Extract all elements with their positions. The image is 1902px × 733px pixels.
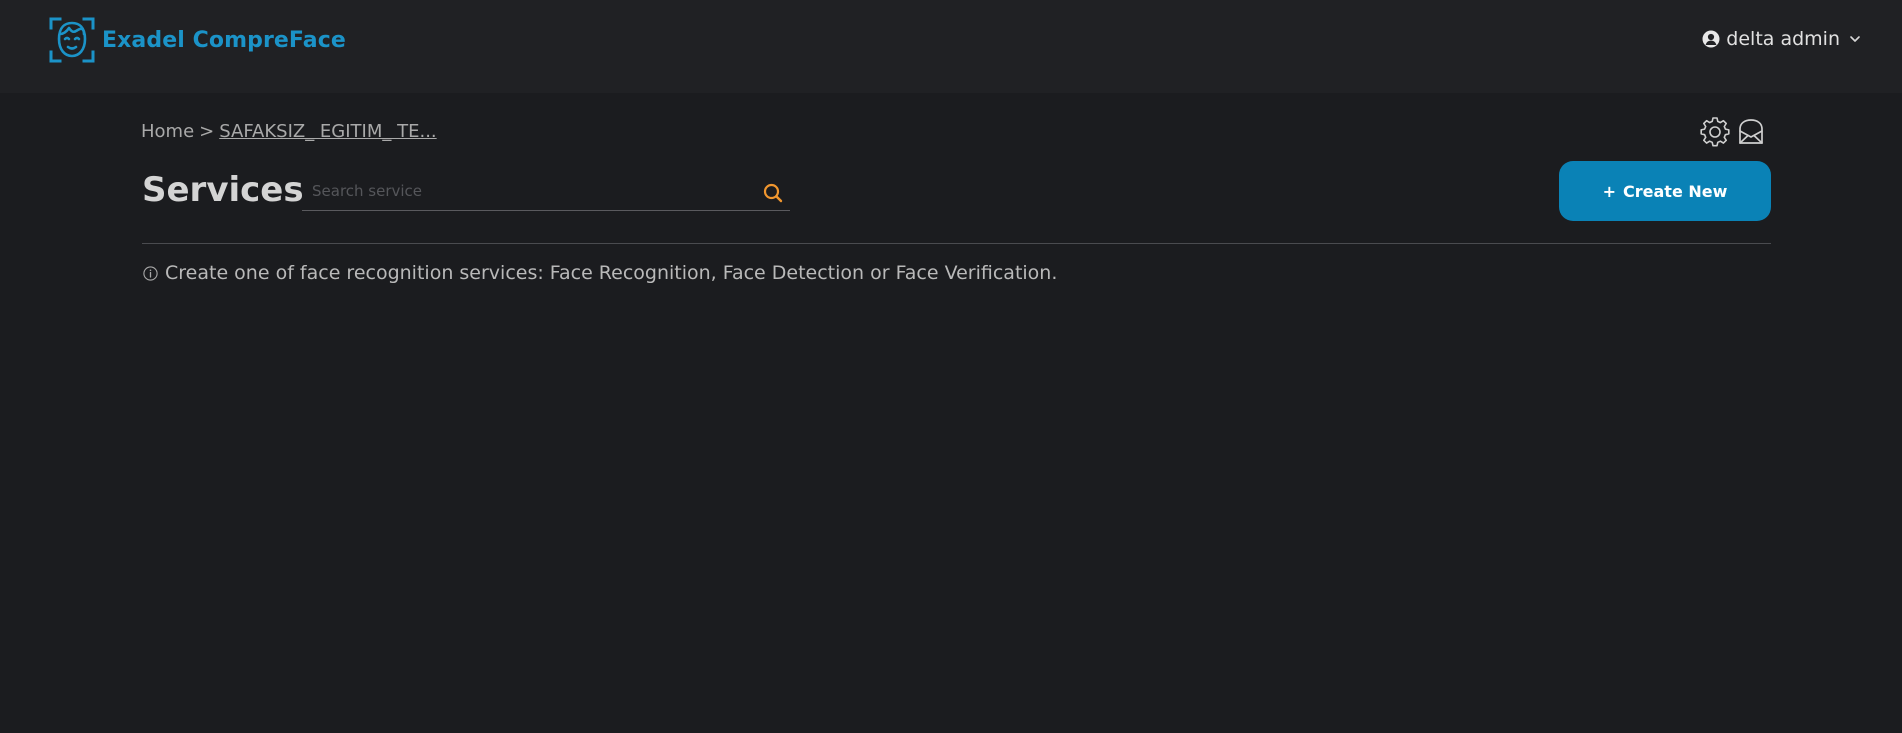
divider bbox=[142, 243, 1771, 244]
info-icon bbox=[143, 265, 158, 281]
breadcrumb: Home > SAFAKSIZ_ EGITIM_ TE... bbox=[141, 121, 437, 142]
breadcrumb-separator: > bbox=[199, 121, 215, 142]
inbox-icon[interactable] bbox=[1736, 117, 1766, 147]
brand-name: Exadel CompreFace bbox=[102, 27, 346, 53]
user-name: delta admin bbox=[1726, 28, 1840, 50]
user-icon bbox=[1702, 30, 1720, 48]
search-field bbox=[302, 172, 790, 211]
breadcrumb-home[interactable]: Home bbox=[141, 121, 194, 142]
brand-logo[interactable]: Exadel CompreFace bbox=[49, 17, 346, 63]
page-title: Services bbox=[142, 170, 304, 210]
create-new-button[interactable]: + Create New bbox=[1559, 161, 1771, 221]
create-new-label: Create New bbox=[1623, 181, 1728, 201]
plus-icon: + bbox=[1602, 181, 1617, 201]
top-header: Exadel CompreFace delta admin bbox=[0, 0, 1902, 93]
info-text: Create one of face recognition services:… bbox=[165, 262, 1058, 284]
face-scan-icon bbox=[49, 17, 95, 63]
user-menu[interactable]: delta admin bbox=[1702, 27, 1862, 51]
search-input[interactable] bbox=[310, 176, 744, 206]
breadcrumb-current-application[interactable]: SAFAKSIZ_ EGITIM_ TE... bbox=[219, 121, 436, 142]
chevron-down-icon bbox=[1850, 36, 1860, 42]
page-toolbar bbox=[1700, 117, 1766, 147]
gear-icon[interactable] bbox=[1700, 117, 1730, 147]
info-message: Create one of face recognition services:… bbox=[143, 262, 1057, 284]
search-icon[interactable] bbox=[762, 182, 784, 204]
